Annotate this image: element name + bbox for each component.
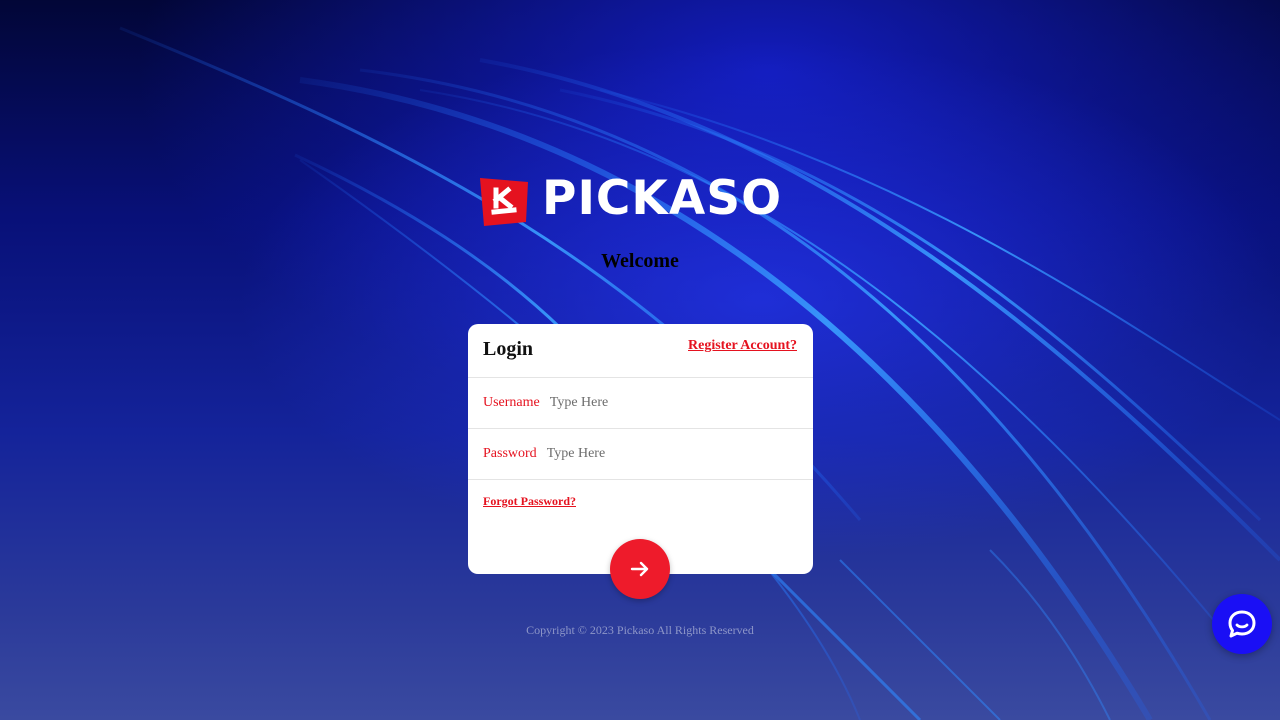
welcome-heading: Welcome (601, 250, 679, 272)
logo-mark-icon (480, 178, 528, 226)
chat-bubble-icon (1228, 610, 1256, 638)
brand-name: PICKASO (542, 171, 783, 226)
arrow-right-icon (630, 561, 649, 577)
username-input[interactable] (549, 395, 770, 411)
forgot-password-link[interactable]: Forgot Password? (483, 494, 576, 509)
login-submit-button[interactable] (610, 539, 670, 599)
chat-widget-button[interactable] (1212, 594, 1272, 654)
password-input[interactable] (546, 446, 767, 462)
login-card: Login Register Account? Username Passwor… (468, 324, 813, 599)
login-title: Login (483, 338, 534, 360)
brand-logo: PICKASO (478, 171, 804, 228)
register-account-link[interactable]: Register Account? (688, 338, 797, 354)
password-label: Password (483, 446, 537, 461)
copyright-text: Copyright © 2023 Pickaso All Rights Rese… (526, 623, 754, 637)
password-row: Password (468, 429, 813, 480)
login-card-header: Login Register Account? (468, 324, 813, 378)
username-label: Username (483, 395, 540, 410)
username-row: Username (468, 378, 813, 429)
